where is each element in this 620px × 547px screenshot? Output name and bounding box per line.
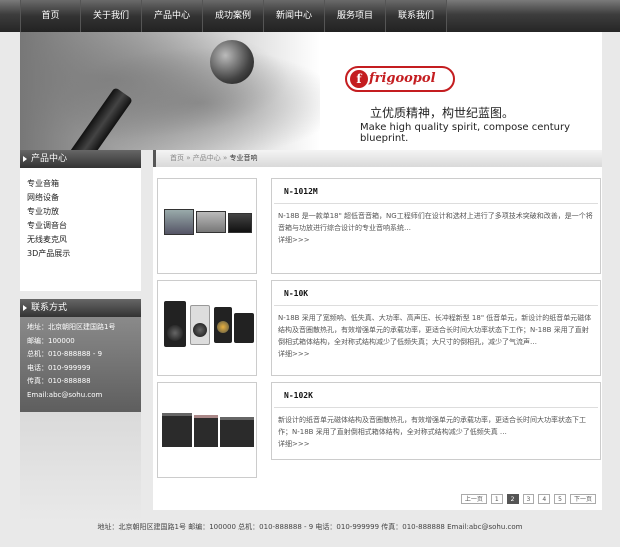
- arrow-icon: [23, 156, 27, 162]
- divider: [274, 203, 598, 204]
- product-title[interactable]: N-10K: [284, 289, 308, 298]
- contact-address: 地址：北京朝阳区建国路1号: [27, 323, 116, 331]
- product-detail-box: N-10K N-18B 采用了宽频响、低失真、大功率、高声压、长冲程新型 18"…: [271, 280, 601, 376]
- product-description: N-18B 是一款单18" 超低音音箱，NG工程师们在设计和选材上进行了多项技术…: [278, 210, 594, 246]
- breadcrumb-separator: »: [223, 154, 228, 162]
- mixer-image: [196, 211, 226, 233]
- mixer-image: [228, 213, 252, 233]
- nav-item-services[interactable]: 服务项目: [325, 0, 386, 32]
- pagination: 上一页 1 2 3 4 5 下一页: [460, 494, 596, 504]
- product-detail-box: N-102K 新设计的纸音单元磁体结构及音圈散热孔，有效增强单元的承载功率，更适…: [271, 382, 601, 460]
- contact-switchboard: 总机：010-888888 - 9: [27, 350, 103, 358]
- product-more-link[interactable]: 详细>>>: [278, 234, 594, 246]
- category-item-amplifiers[interactable]: 专业功放: [27, 205, 141, 219]
- category-item-network[interactable]: 网络设备: [27, 191, 141, 205]
- brand-logo: f frigoopol: [345, 66, 455, 92]
- speaker-image: [234, 313, 254, 343]
- top-navigation: 首页 关于我们 产品中心 成功案例 新闻中心 服务项目 联系我们: [0, 0, 620, 32]
- contact-email: Email:abc@sohu.com: [27, 390, 103, 399]
- main-content: 首页 » 产品中心 » 专业音响 N-1012M N-18B 是一款单18" 超…: [153, 150, 602, 510]
- product-title[interactable]: N-102K: [284, 391, 313, 400]
- amplifier-image: [162, 413, 192, 447]
- mixer-image: [164, 209, 194, 235]
- nav-item-cases[interactable]: 成功案例: [203, 0, 264, 32]
- woofer-shape: [193, 323, 207, 337]
- product-thumbnail-speakers[interactable]: [157, 280, 257, 376]
- product-description: N-18B 采用了宽频响、低失真、大功率、高声压、长冲程新型 18" 低音单元，…: [278, 312, 594, 360]
- contact-postcode: 邮编：100000: [27, 336, 75, 345]
- nav-item-about[interactable]: 关于我们: [81, 0, 142, 32]
- brand-logo-text: frigoopol: [369, 71, 436, 86]
- product-thumbnail-amplifiers[interactable]: [157, 382, 257, 478]
- banner: f frigoopol 立优质精神，构世纪蓝图。 Make high quali…: [20, 32, 602, 150]
- slogan-chinese: 立优质精神，构世纪蓝图。: [370, 106, 515, 120]
- product-detail-box: N-1012M N-18B 是一款单18" 超低音音箱，NG工程师们在设计和选材…: [271, 178, 601, 274]
- category-item-wireless-mic[interactable]: 无线麦克风: [27, 233, 141, 247]
- divider: [274, 305, 598, 306]
- category-item-mixers[interactable]: 专业调音台: [27, 219, 141, 233]
- footer-info: 地址：北京朝阳区建国路1号 邮编：100000 总机：010-888888 - …: [97, 523, 523, 531]
- pagination-page-1[interactable]: 1: [490, 494, 503, 504]
- breadcrumb-current: 专业音响: [229, 154, 258, 162]
- amplifier-image: [194, 415, 218, 447]
- product-item: N-102K 新设计的纸音单元磁体结构及音圈散热孔，有效增强单元的承载功率，更适…: [155, 382, 602, 480]
- brand-logo-mark: f: [350, 70, 368, 88]
- pagination-prev-button[interactable]: 上一页: [460, 494, 487, 504]
- product-title[interactable]: N-1012M: [284, 187, 318, 196]
- sidebar: 产品中心 专业音箱 网络设备 专业功放 专业调音台 无线麦克风 3D产品展示 联…: [20, 150, 141, 522]
- nav-list: 首页 关于我们 产品中心 成功案例 新闻中心 服务项目 联系我们: [20, 0, 447, 32]
- nav-item-products[interactable]: 产品中心: [142, 0, 203, 32]
- contact-fax: 传真：010-888888: [27, 377, 91, 385]
- product-description-text: 新设计的纸音单元磁体结构及音圈散热孔，有效增强单元的承载功率，更适合长时间大功率…: [278, 416, 586, 436]
- breadcrumb-separator: »: [186, 154, 191, 162]
- pagination-page-4[interactable]: 4: [538, 494, 551, 504]
- product-item: N-1012M N-18B 是一款单18" 超低音音箱，NG工程师们在设计和选材…: [155, 178, 602, 276]
- nav-item-home[interactable]: 首页: [20, 0, 81, 32]
- pagination-page-2[interactable]: 2: [506, 494, 519, 504]
- breadcrumb: 首页 » 产品中心 » 专业音响: [153, 150, 602, 167]
- woofer-shape: [167, 325, 183, 341]
- pagination-page-3[interactable]: 3: [522, 494, 535, 504]
- slogan-english: Make high quality spirit, compose centur…: [360, 122, 571, 144]
- category-item-3d[interactable]: 3D产品展示: [27, 247, 141, 261]
- contact-phone: 电话：010-999999: [27, 363, 91, 372]
- pagination-next-button[interactable]: 下一页: [569, 494, 596, 504]
- product-item: N-10K N-18B 采用了宽频响、低失真、大功率、高声压、长冲程新型 18"…: [155, 280, 602, 378]
- product-description-text: N-18B 采用了宽频响、低失真、大功率、高声压、长冲程新型 18" 低音单元，…: [278, 314, 592, 346]
- product-category-list: 专业音箱 网络设备 专业功放 专业调音台 无线麦克风 3D产品展示: [20, 168, 141, 291]
- sidebar-divider: [20, 291, 141, 299]
- category-item-speakers[interactable]: 专业音箱: [27, 177, 141, 191]
- amplifier-image: [220, 417, 254, 447]
- product-more-link[interactable]: 详细>>>: [278, 348, 594, 360]
- product-description: 新设计的纸音单元磁体结构及音圈散热孔，有效增强单元的承载功率，更适合长时间大功率…: [278, 414, 594, 450]
- contact-info-list: 地址：北京朝阳区建国路1号 邮编：100000 总机：010-888888 - …: [20, 317, 141, 412]
- contact-section-label: 联系方式: [31, 303, 68, 313]
- microphone-head: [210, 40, 254, 84]
- contact-section-title: 联系方式: [20, 299, 141, 317]
- woofer-shape: [217, 321, 229, 333]
- divider: [274, 407, 598, 408]
- banner-crowd-image: [20, 32, 320, 150]
- arrow-icon: [23, 305, 27, 311]
- breadcrumb-section[interactable]: 产品中心: [193, 154, 221, 162]
- pagination-page-5[interactable]: 5: [554, 494, 566, 504]
- products-section-label: 产品中心: [31, 154, 68, 164]
- nav-item-contact[interactable]: 联系我们: [386, 0, 447, 32]
- product-thumbnail-mixer[interactable]: [157, 178, 257, 274]
- product-description-text: N-18B 是一款单18" 超低音音箱，NG工程师们在设计和选材上进行了多项技术…: [278, 212, 593, 232]
- products-section-title: 产品中心: [20, 150, 141, 168]
- breadcrumb-home[interactable]: 首页: [170, 154, 184, 162]
- sidebar-bottom-shade: [20, 412, 141, 522]
- product-more-link[interactable]: 详细>>>: [278, 438, 594, 450]
- nav-item-news[interactable]: 新闻中心: [264, 0, 325, 32]
